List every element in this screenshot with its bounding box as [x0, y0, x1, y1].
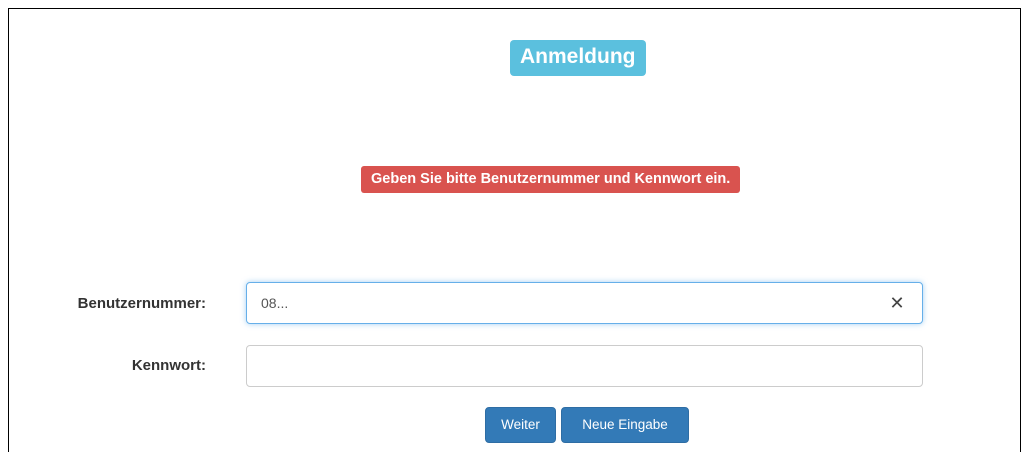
user-number-label: Benutzernummer:: [77, 295, 206, 312]
next-button[interactable]: Weiter: [485, 407, 556, 443]
password-label: Kennwort:: [131, 357, 206, 374]
close-icon[interactable]: ✕: [885, 291, 909, 315]
page-title: Anmeldung: [510, 40, 646, 76]
new-entry-button[interactable]: Neue Eingabe: [561, 407, 689, 443]
error-message: Geben Sie bitte Benutzernummer und Kennw…: [361, 166, 741, 193]
password-input[interactable]: [246, 345, 923, 387]
user-number-input[interactable]: [246, 282, 923, 324]
